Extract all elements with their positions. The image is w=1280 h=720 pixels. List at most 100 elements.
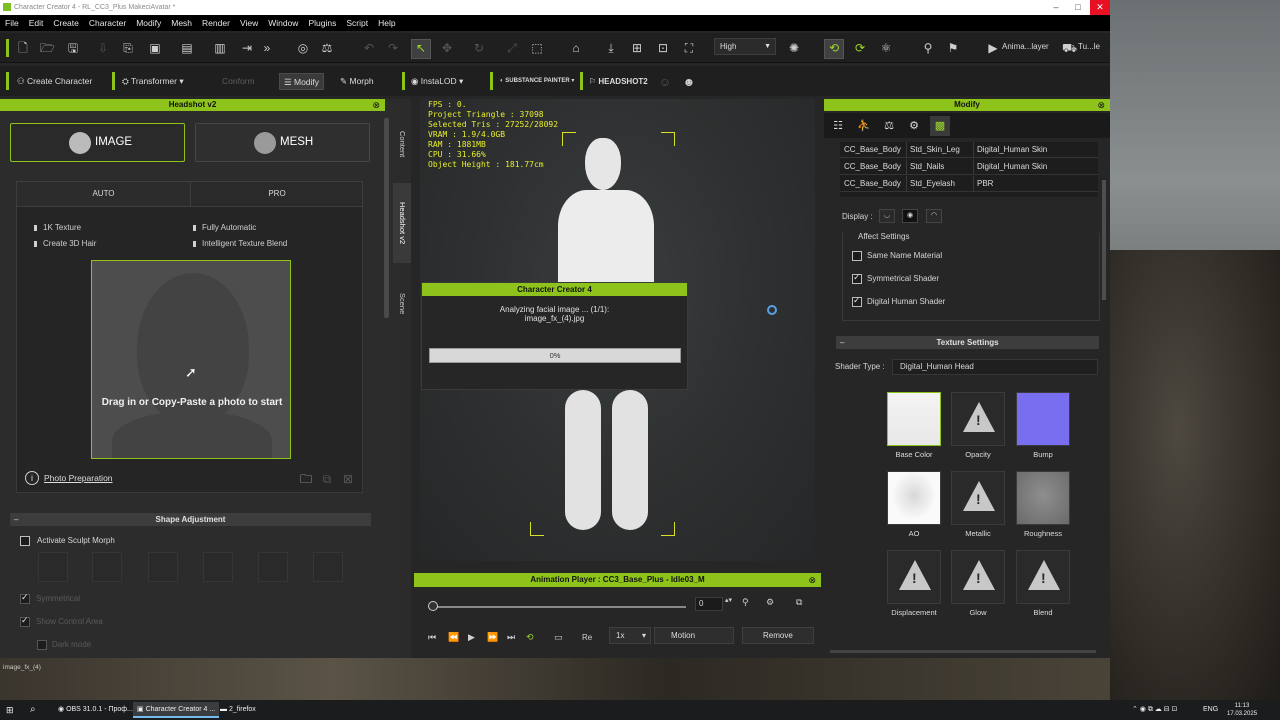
photo-preparation-link[interactable]: i Photo Preparation	[25, 471, 113, 486]
character-leg-right[interactable]	[612, 390, 648, 530]
menu-character[interactable]: Character	[84, 15, 131, 31]
texture-settings-header[interactable]: – Texture Settings	[836, 336, 1099, 349]
symmetrical-shader-checkbox[interactable]	[852, 272, 862, 284]
texture-ao[interactable]	[887, 471, 941, 525]
undo-icon[interactable]: ↶	[362, 41, 376, 55]
windows-start-icon[interactable]: ⊞	[6, 702, 14, 718]
eye-half-icon[interactable]: ◉	[902, 209, 918, 223]
clear-icon[interactable]: ⊠	[341, 472, 355, 486]
motion-dropdown[interactable]: Motion	[654, 627, 734, 644]
open-folder-icon[interactable]: 🗁	[40, 41, 55, 55]
align-icon[interactable]: ⊞	[630, 41, 644, 55]
tab-pro[interactable]: PRO	[191, 182, 363, 206]
smart-gallery-icon[interactable]: ◎	[296, 41, 310, 55]
folder-icon[interactable]: 🗀	[299, 472, 313, 486]
toolbar2-grip-3[interactable]	[402, 72, 405, 90]
scale-icon[interactable]: ⤢	[505, 41, 519, 55]
texture-bump[interactable]	[1016, 392, 1070, 446]
symmetrical-checkbox[interactable]	[20, 592, 30, 604]
rotate-icon[interactable]: ↻	[472, 41, 486, 55]
menu-mesh[interactable]: Mesh	[166, 15, 197, 31]
instalod-button[interactable]: ◉ InstaLOD ▾	[411, 73, 463, 90]
sculpt-tool-button[interactable]	[203, 552, 233, 582]
menu-help[interactable]: Help	[373, 15, 400, 31]
gear-icon[interactable]: ⚙	[766, 597, 774, 608]
frame-icon[interactable]: ⛶	[682, 41, 696, 55]
sculpt-tool-button[interactable]	[258, 552, 288, 582]
menu-plugins[interactable]: Plugins	[303, 15, 341, 31]
tray-icons[interactable]: ⌃ ◉ ⧉ ☁ ⊟ ⊡	[1132, 702, 1177, 718]
frame-stepper-icon[interactable]: ▴▾	[725, 596, 732, 604]
frame-input[interactable]: 0	[695, 597, 723, 611]
play-icon[interactable]: ▶	[468, 632, 475, 643]
more-icon[interactable]: »	[260, 41, 274, 55]
timeline-thumb[interactable]	[428, 601, 438, 611]
menu-render[interactable]: Render	[197, 15, 235, 31]
close-panel-icon[interactable]: ⊗	[372, 99, 380, 111]
headshot2-button[interactable]: ⚐ HEADSHOT2	[589, 73, 648, 90]
character-leg-left[interactable]	[565, 390, 601, 530]
photo-drop-zone[interactable]: Drag in or Copy-Paste a photo to start ➚	[91, 260, 291, 459]
walk-icon[interactable]: ⚲	[742, 597, 749, 608]
pose-icon[interactable]: ⚲	[921, 41, 935, 55]
morph-button[interactable]: ✎ Morph	[340, 73, 374, 90]
language-indicator[interactable]: ENG	[1203, 702, 1218, 718]
home-camera-icon[interactable]: ⌂	[569, 41, 583, 55]
export-pdf-icon[interactable]: ⎘	[121, 41, 135, 55]
grid-icon[interactable]: ⊡	[656, 41, 670, 55]
conform-button[interactable]: Conform	[222, 73, 255, 90]
menu-modify[interactable]: Modify	[131, 15, 166, 31]
light-icon[interactable]: ✺	[787, 41, 801, 55]
substance-painter-button[interactable]: ◐ SUBSTANCE PAINTER ▾	[500, 73, 574, 90]
image-mode-button[interactable]: IMAGE	[10, 123, 185, 162]
mesh-mode-button[interactable]: MESH	[195, 123, 370, 162]
menu-file[interactable]: File	[0, 15, 24, 31]
spring-icon[interactable]: ⟳	[853, 41, 867, 55]
remove-button[interactable]: Remove	[742, 627, 814, 644]
close-modify-icon[interactable]: ⊗	[1097, 99, 1105, 111]
eye-open-icon[interactable]: ◡	[879, 209, 895, 223]
texture-base-color[interactable]	[887, 392, 941, 446]
sculpt-tool-button[interactable]	[92, 552, 122, 582]
toolbar2-grip-5[interactable]	[580, 72, 583, 90]
shirt-icon[interactable]: ⛟	[1062, 41, 1077, 55]
play-circle-icon[interactable]: ▶	[986, 41, 1000, 55]
menu-window[interactable]: Window	[263, 15, 303, 31]
pivot-icon[interactable]: ⬚	[530, 41, 544, 55]
headshot-scrollbar[interactable]	[384, 118, 389, 318]
sculpt-tool-button[interactable]	[148, 552, 178, 582]
speed-dropdown[interactable]: 1x ▾	[609, 627, 651, 644]
fbx-icon[interactable]: ▤	[180, 41, 194, 55]
table-row[interactable]: CC_Base_Body Std_Nails Digital_Human Skin	[840, 159, 1098, 175]
character-head[interactable]	[585, 138, 621, 190]
clock[interactable]: 11:13 17.03.2025	[1227, 702, 1257, 718]
window-icon[interactable]: ⧉	[796, 597, 802, 608]
usd-icon[interactable]: ▥	[213, 41, 227, 55]
redo-icon[interactable]: ↷	[386, 41, 400, 55]
obj-icon[interactable]: ▣	[148, 41, 162, 55]
texture-displacement[interactable]	[887, 550, 941, 604]
step-back-icon[interactable]: ⏪	[448, 632, 459, 643]
tab-content[interactable]: Content	[393, 119, 411, 169]
move-icon[interactable]: ✥	[440, 41, 454, 55]
shader-type-dropdown[interactable]: Digital_Human Head	[892, 359, 1098, 375]
transformer-button[interactable]: ⛭ Transformer ▾	[122, 73, 184, 90]
texture-opacity[interactable]	[951, 392, 1005, 446]
taskbar-obs[interactable]: ◉ OBS 31.0.1 - Проф...	[54, 702, 137, 718]
create-character-button[interactable]: ⚇ Create Character	[17, 73, 92, 90]
skingen-icon[interactable]: ☻	[682, 75, 696, 89]
eye-closed-icon[interactable]: ◠	[926, 209, 942, 223]
attribute-tab-icon[interactable]: ☷	[828, 116, 848, 136]
step-forward-icon[interactable]: ⏩	[487, 632, 498, 643]
select-icon[interactable]: ↖	[414, 41, 428, 55]
motion-tab-icon[interactable]: ⛹	[854, 116, 874, 136]
anim-layer-label[interactable]: Anima...layer	[1002, 42, 1049, 51]
modify-button[interactable]: ☰ Modify	[279, 73, 325, 90]
table-row[interactable]: CC_Base_Body Std_Skin_Leg Digital_Human Sk…	[840, 142, 1098, 158]
menu-create[interactable]: Create	[48, 15, 84, 31]
texture-blend[interactable]	[1016, 550, 1070, 604]
caption-icon[interactable]: ▭	[554, 632, 563, 643]
import-icon[interactable]: ⇩	[96, 41, 110, 55]
re-button[interactable]: Re	[582, 633, 592, 642]
toolbar-grip[interactable]	[6, 39, 9, 57]
